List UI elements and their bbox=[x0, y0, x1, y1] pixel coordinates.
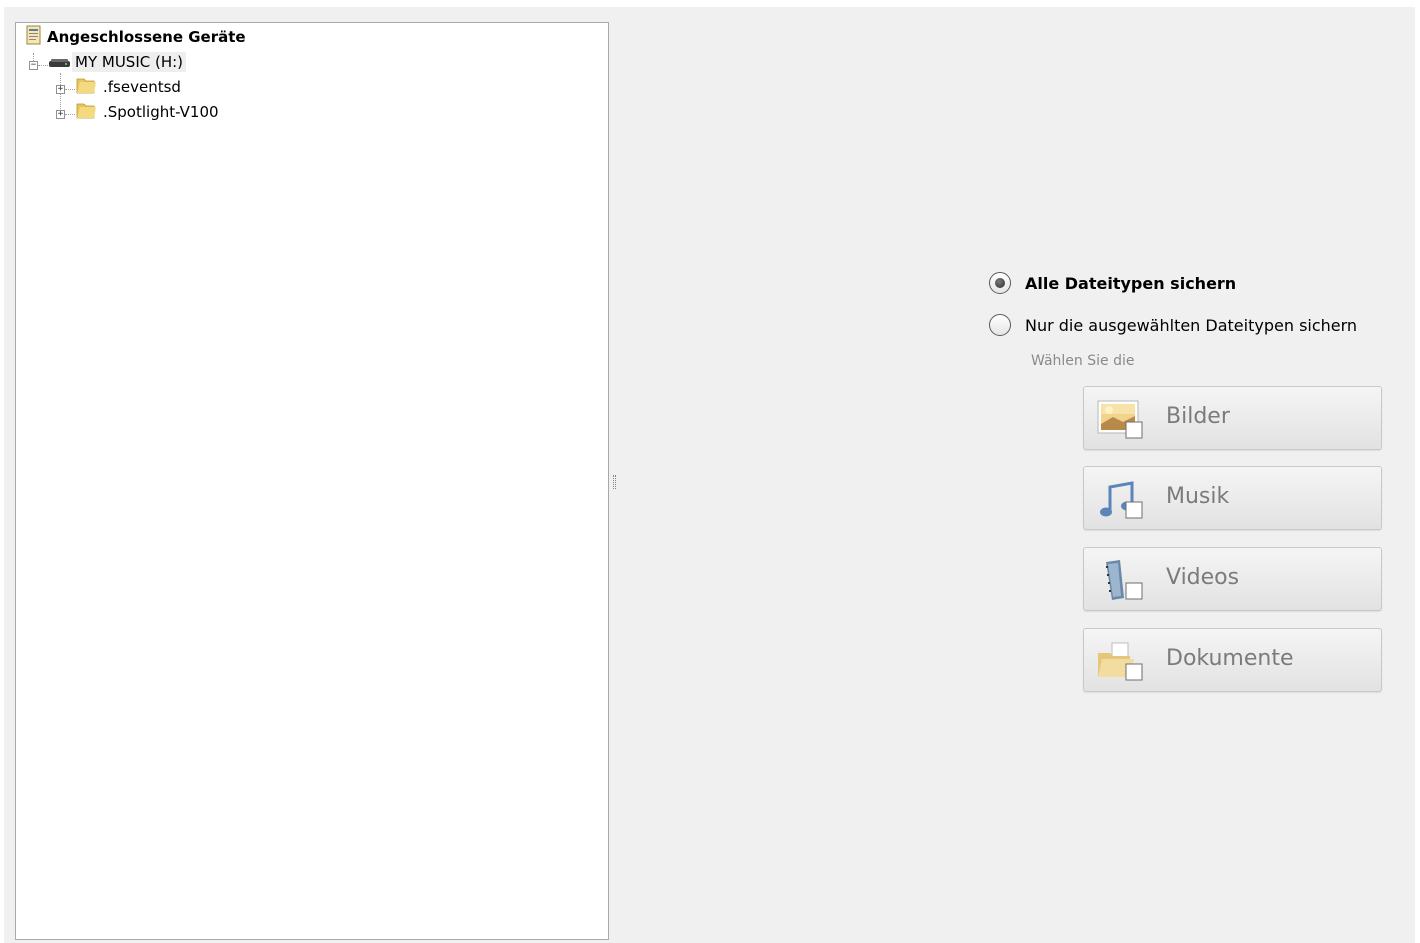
folder-label: .fseventsd bbox=[103, 78, 181, 96]
tree-root-label: Angeschlossene Geräte bbox=[47, 28, 246, 46]
dokumente-label: Dokumente bbox=[1166, 646, 1294, 671]
splitter-handle[interactable] bbox=[613, 475, 616, 489]
tree-line bbox=[38, 65, 48, 66]
file-type-hint: Wählen Sie die bbox=[1031, 353, 1135, 369]
device-tree[interactable]: Angeschlossene Geräte − MY MUSIC (H:) + … bbox=[15, 22, 609, 940]
expand-toggle[interactable]: + bbox=[56, 85, 65, 94]
folder-label: .Spotlight-V100 bbox=[103, 103, 219, 121]
tree-item-drive[interactable]: MY MUSIC (H:) bbox=[48, 50, 187, 74]
dokumente-button[interactable]: Dokumente bbox=[1083, 628, 1382, 692]
radio-all-types-label: Alle Dateitypen sichern bbox=[1025, 273, 1237, 293]
musik-button[interactable]: Musik bbox=[1083, 466, 1382, 530]
computer-document-icon bbox=[24, 25, 44, 49]
videos-button[interactable]: Videos bbox=[1083, 547, 1382, 611]
drive-icon bbox=[48, 50, 72, 74]
radio-selected-types-label: Nur die ausgewählten Dateitypen sichern bbox=[1025, 315, 1358, 335]
film-icon bbox=[1096, 558, 1144, 602]
bilder-label: Bilder bbox=[1166, 404, 1230, 429]
radio-button[interactable] bbox=[989, 314, 1011, 336]
music-note-icon bbox=[1096, 477, 1144, 521]
image-icon bbox=[1096, 397, 1144, 441]
folder-icon bbox=[74, 75, 100, 99]
radio-button-checked[interactable] bbox=[989, 272, 1011, 294]
collapse-toggle[interactable]: − bbox=[29, 61, 38, 70]
tree-root[interactable]: Angeschlossene Geräte bbox=[24, 25, 249, 49]
folder-icon bbox=[74, 100, 100, 124]
musik-label: Musik bbox=[1166, 484, 1230, 509]
radio-selected-types[interactable]: Nur die ausgewählten Dateitypen sichern bbox=[989, 314, 1357, 336]
document-folder-icon bbox=[1096, 639, 1144, 683]
drive-label: MY MUSIC (H:) bbox=[72, 52, 187, 72]
bilder-button[interactable]: Bilder bbox=[1083, 386, 1382, 450]
tree-item-folder[interactable]: .fseventsd bbox=[74, 76, 184, 98]
radio-all-types[interactable]: Alle Dateitypen sichern bbox=[989, 272, 1236, 294]
videos-label: Videos bbox=[1166, 565, 1240, 590]
tree-item-folder[interactable]: .Spotlight-V100 bbox=[74, 101, 222, 123]
expand-toggle[interactable]: + bbox=[56, 110, 65, 119]
